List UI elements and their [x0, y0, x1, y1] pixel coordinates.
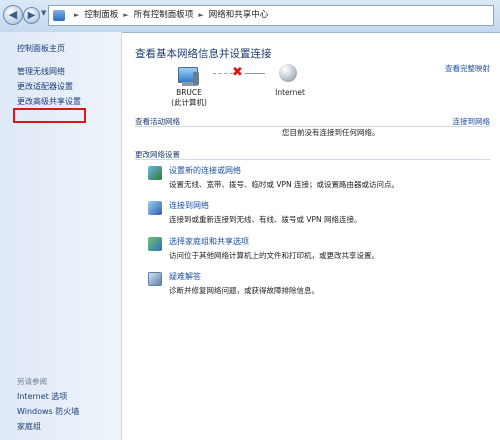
- task-troubleshoot-desc: 诊断并修复网络问题，或获得故障排除信息。: [169, 286, 319, 295]
- breadcrumb-separator-icon: ►: [74, 11, 80, 19]
- task-connect-network-link[interactable]: 连接到网络: [169, 200, 209, 211]
- no-connection-text: 您目前没有连接到任何网络。: [282, 128, 380, 137]
- see-also-firewall[interactable]: Windows 防火墙: [17, 406, 79, 417]
- homegroup-sharing-icon[interactable]: [148, 237, 162, 251]
- connect-network-icon[interactable]: [148, 201, 162, 215]
- breadcrumb-all-items[interactable]: 所有控制面板项: [134, 10, 194, 20]
- computer-name: BRUCE: [176, 88, 202, 97]
- internet-label: Internet: [275, 88, 305, 97]
- sidebar-home-link[interactable]: 控制面板主页: [17, 43, 65, 54]
- history-dropdown-icon[interactable]: ▼: [41, 9, 46, 17]
- task-connect-network-desc: 连接到或重新连接到无线、有线、拨号或 VPN 网络连接。: [169, 215, 362, 224]
- main-content: 查看基本网络信息并设置连接 查看完整映射 ✖ BRUCE (此计算机) Inte…: [122, 32, 500, 440]
- control-panel-icon: [53, 10, 65, 21]
- troubleshoot-icon[interactable]: [148, 272, 162, 286]
- computer-label: BRUCE (此计算机): [169, 88, 209, 108]
- computer-tower: [193, 72, 199, 85]
- sidebar: 控制面板主页 管理无线网络 更改适配器设置 更改高级共享设置 另请参阅 Inte…: [0, 32, 122, 440]
- highlight-box: [13, 108, 86, 123]
- breadcrumb-separator-icon: ►: [198, 11, 204, 19]
- forward-arrow-icon[interactable]: ▶: [23, 7, 40, 24]
- connection-line: [245, 73, 265, 74]
- breadcrumb[interactable]: ► 控制面板 ► 所有控制面板项 ► 网络和共享中心: [48, 5, 494, 26]
- task-troubleshoot-link[interactable]: 疑难解答: [169, 271, 201, 282]
- breadcrumb-control-panel[interactable]: 控制面板: [84, 10, 118, 20]
- sidebar-item-advanced-sharing[interactable]: 更改高级共享设置: [17, 96, 81, 107]
- task-homegroup-link[interactable]: 选择家庭组和共享选项: [169, 236, 249, 247]
- task-setup-connection-desc: 设置无线、宽带、拨号、临时或 VPN 连接；或设置路由器或访问点。: [169, 180, 400, 189]
- internet-globe-icon[interactable]: [279, 64, 297, 82]
- section-divider: [135, 159, 490, 160]
- connection-line: [213, 73, 233, 74]
- breadcrumb-network-center[interactable]: 网络和共享中心: [209, 10, 269, 20]
- address-bar: ◀ ▶ ▼ ► 控制面板 ► 所有控制面板项 ► 网络和共享中心: [0, 0, 500, 33]
- breadcrumb-separator-icon: ►: [123, 11, 129, 19]
- sidebar-item-change-adapter[interactable]: 更改适配器设置: [17, 81, 73, 92]
- full-map-link[interactable]: 查看完整映射: [445, 63, 490, 74]
- task-setup-connection-link[interactable]: 设置新的连接或网络: [169, 165, 241, 176]
- disconnected-x-icon[interactable]: ✖: [232, 65, 243, 80]
- page-title: 查看基本网络信息并设置连接: [135, 48, 272, 60]
- connect-to-network-link[interactable]: 连接到网络: [453, 116, 491, 127]
- computer-sub: (此计算机): [171, 98, 207, 107]
- see-also-heading: 另请参阅: [17, 377, 47, 386]
- back-arrow-icon[interactable]: ◀: [3, 5, 23, 25]
- task-homegroup-desc: 访问位于其他网络计算机上的文件和打印机，或更改共享设置。: [169, 251, 379, 260]
- sidebar-item-manage-wireless[interactable]: 管理无线网络: [17, 66, 65, 77]
- see-also-internet-options[interactable]: Internet 选项: [17, 391, 67, 402]
- network-setup-icon[interactable]: [148, 166, 162, 180]
- see-also-homegroup[interactable]: 家庭组: [17, 421, 41, 432]
